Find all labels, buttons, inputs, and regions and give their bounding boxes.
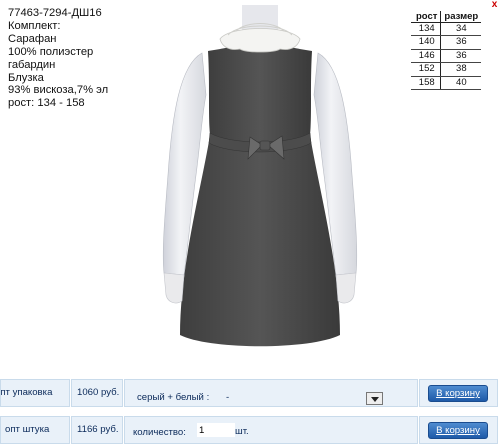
color-option-label: серый + белый : [137, 392, 210, 403]
size-table-header-height: рост [411, 11, 442, 23]
item-blouse: Блузка [8, 71, 44, 84]
order-row-piece: опт штука 1166 руб. количество: шт. В ко… [0, 416, 502, 446]
product-description: 77463-7294-ДШ16 Комплект: Сарафан 100% п… [8, 7, 108, 110]
size-row: 140 36 [411, 35, 482, 50]
dress-illustration [162, 5, 358, 347]
cart-cell: В корзину [419, 416, 498, 444]
price-cell: 1166 руб. [71, 416, 123, 444]
blouse-material: 93% вискоза,7% эл [8, 84, 109, 97]
price-cell: 1060 руб. [71, 379, 123, 407]
size-table: рост размер 134 34 140 36 146 36 152 38 … [411, 11, 482, 91]
quantity-input[interactable] [197, 423, 235, 437]
options-cell: серый + белый : - [124, 379, 418, 407]
order-row-pack: опт упаковка 1060 руб. серый + белый : -… [0, 379, 502, 409]
cart-cell: В корзину [419, 379, 498, 407]
price-type-cell: опт штука [0, 416, 70, 444]
size-height: 152 [411, 62, 442, 77]
size-value: 38 [440, 62, 482, 77]
size-value: 36 [440, 49, 482, 64]
price-value: 1060 руб. [77, 387, 120, 398]
product-code: 77463-7294-ДШ16 [8, 7, 102, 19]
quantity-label: количество: [133, 427, 186, 438]
size-row: 134 34 [411, 22, 482, 37]
size-row: 152 38 [411, 62, 482, 77]
height-range: рост: 134 - 158 [8, 97, 85, 110]
size-row: 146 36 [411, 49, 482, 64]
size-height: 134 [411, 22, 442, 37]
size-height: 146 [411, 49, 442, 64]
size-row: 158 40 [411, 76, 482, 91]
size-value: 36 [440, 35, 482, 50]
price-value: 1166 руб. [77, 424, 119, 435]
sarafan-material: 100% полиэстер [8, 45, 94, 58]
set-label: Комплект: [8, 19, 61, 32]
quantity-unit: шт. [235, 426, 249, 437]
add-to-cart-button[interactable]: В корзину [428, 422, 488, 439]
close-icon[interactable]: x [489, 0, 500, 10]
size-table-header-size: размер [440, 11, 482, 23]
sarafan-fabric: габардин [8, 58, 56, 71]
price-type-label: опт упаковка [0, 387, 53, 398]
order-panel: опт упаковка 1060 руб. серый + белый : -… [0, 379, 502, 446]
size-value: 34 [440, 22, 482, 37]
add-to-cart-button[interactable]: В корзину [428, 385, 488, 402]
item-sarafan: Сарафан [8, 32, 57, 45]
size-value: 40 [440, 76, 482, 91]
price-type-cell: опт упаковка [0, 379, 70, 407]
options-cell: количество: шт. [124, 416, 418, 444]
price-type-label: опт штука [5, 424, 50, 435]
color-option-value: - [226, 392, 230, 403]
size-height: 140 [411, 35, 442, 50]
size-height: 158 [411, 76, 442, 91]
color-select-dropdown[interactable] [366, 392, 383, 405]
